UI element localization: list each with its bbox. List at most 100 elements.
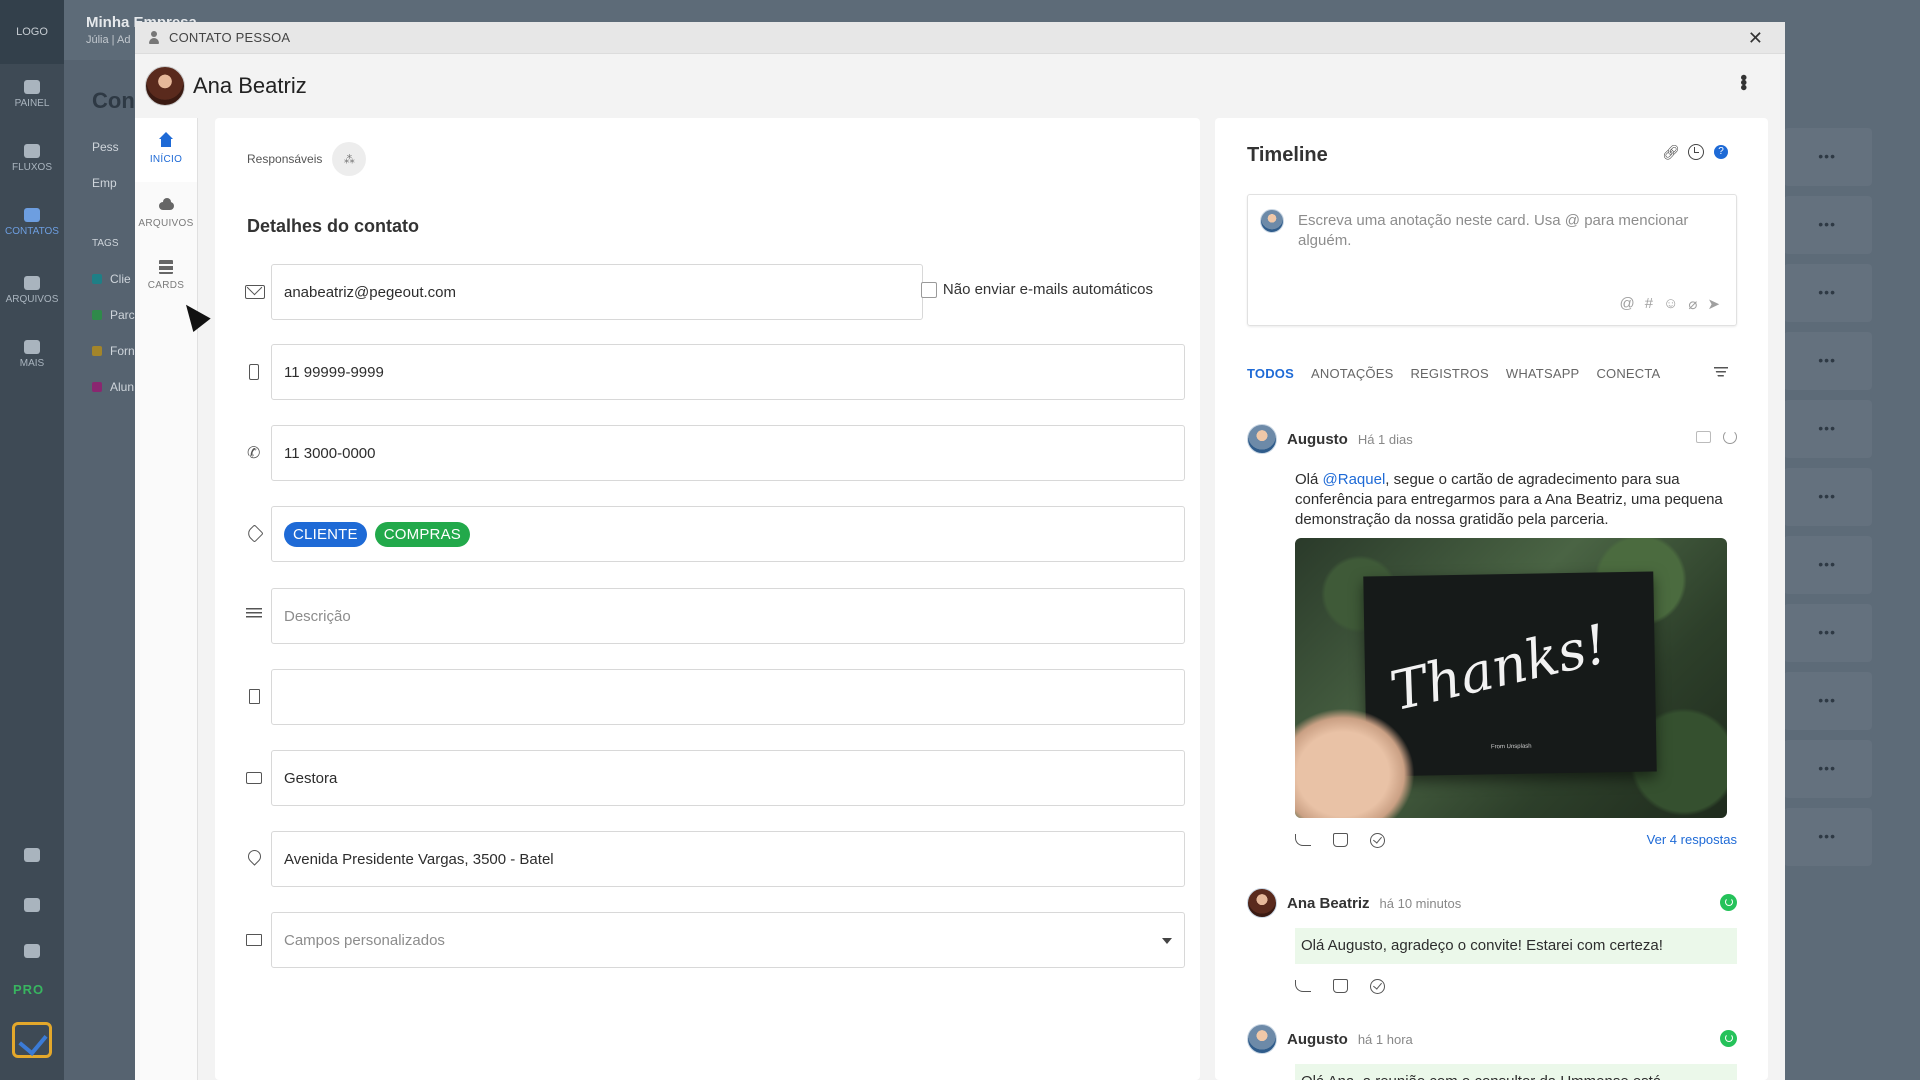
phone-field[interactable]: 11 3000-0000: [271, 425, 1185, 481]
reply-icon[interactable]: [1295, 980, 1311, 992]
rail-timer[interactable]: [0, 944, 64, 962]
reply-icon[interactable]: [1295, 834, 1311, 846]
tag-swatch: [92, 382, 102, 392]
see-replies-link[interactable]: Ver 4 respostas: [1647, 832, 1737, 847]
post-image[interactable]: Thanks! From Unsplash: [1295, 538, 1727, 818]
table-row[interactable]: •••: [1784, 536, 1872, 594]
search-icon: [24, 848, 40, 862]
table-row[interactable]: •••: [1784, 400, 1872, 458]
email-row: anabeatriz@pegeout.com Não enviar e-mail…: [245, 264, 1185, 320]
table-row[interactable]: •••: [1784, 332, 1872, 390]
hashtag-icon[interactable]: #: [1645, 295, 1653, 313]
rail-reports[interactable]: [0, 898, 64, 916]
modal-header: CONTATO PESSOA ✕: [135, 22, 1785, 54]
tab-todos[interactable]: TODOS: [1247, 366, 1294, 381]
table-row[interactable]: •••: [1784, 740, 1872, 798]
check-circle-icon[interactable]: [1370, 832, 1385, 848]
telephone-icon: ✆: [247, 445, 261, 462]
main-rail: LOGO PAINEL FLUXOS CONTATOS ARQUIVOS MAI…: [0, 0, 64, 1080]
tag-item[interactable]: Forn: [110, 344, 135, 358]
rail-search[interactable]: [0, 848, 64, 866]
tab-whatsapp[interactable]: WHATSAPP: [1506, 366, 1580, 381]
post-header: Augusto Há 1 dias: [1247, 424, 1737, 454]
table-row[interactable]: •••: [1784, 808, 1872, 866]
rail-item-painel[interactable]: PAINEL: [0, 80, 64, 109]
mention-link[interactable]: @Raquel: [1323, 471, 1386, 488]
filter-icon[interactable]: [1714, 367, 1728, 377]
table-row[interactable]: •••: [1784, 672, 1872, 730]
link-icon[interactable]: 🔗︎: [1662, 144, 1680, 160]
tab-conecta[interactable]: CONECTA: [1596, 366, 1660, 381]
post-text: Olá @Raquel, segue o cartão de agradecim…: [1295, 471, 1723, 528]
phone-row: ✆ 11 3000-0000: [245, 425, 1185, 481]
avatar[interactable]: [145, 66, 185, 106]
tag-item[interactable]: Clie: [110, 272, 131, 286]
mobile-field[interactable]: 11 99999-9999: [271, 344, 1185, 400]
emoji-icon[interactable]: ☺: [1663, 295, 1678, 313]
checkbox[interactable]: [920, 281, 937, 298]
clock-icon[interactable]: [1688, 144, 1704, 160]
tab-inicio[interactable]: INÍCIO: [135, 118, 197, 182]
close-icon[interactable]: ✕: [1748, 28, 1763, 49]
contact-modal: CONTATO PESSOA ✕ Ana Beatriz ••• INÍCIO …: [135, 22, 1785, 1080]
thumbs-up-icon[interactable]: [1333, 979, 1348, 993]
help-icon[interactable]: ?: [1714, 145, 1728, 159]
app-logo: LOGO: [0, 0, 64, 64]
email-field[interactable]: anabeatriz@pegeout.com: [271, 264, 923, 320]
comment-icon[interactable]: [1696, 431, 1711, 443]
no-auto-email-checkbox[interactable]: Não enviar e-mails automáticos: [920, 281, 1153, 298]
tag-chip-compras[interactable]: COMPRAS: [374, 521, 470, 547]
post-author: Augusto: [1287, 430, 1348, 448]
description-field[interactable]: Descrição: [271, 588, 1185, 644]
rail-item-fluxos[interactable]: FLUXOS: [0, 144, 64, 173]
send-icon[interactable]: ➤: [1707, 295, 1720, 313]
address-field[interactable]: Avenida Presidente Vargas, 3500 - Batel: [271, 831, 1185, 887]
mobile-row: 11 99999-9999: [245, 344, 1185, 400]
rail-item-contatos[interactable]: CONTATOS: [0, 208, 64, 237]
chevron-down-icon: [1162, 938, 1172, 944]
table-row[interactable]: •••: [1784, 128, 1872, 186]
tags-field[interactable]: CLIENTE COMPRAS: [271, 506, 1185, 562]
contact-header: Ana Beatriz •••: [135, 54, 1785, 118]
table-row[interactable]: •••: [1784, 604, 1872, 662]
avatar: [1247, 888, 1277, 918]
timeline-toolbar: 🔗︎ ?: [1662, 144, 1728, 160]
table-row[interactable]: •••: [1784, 196, 1872, 254]
tab-label: CARDS: [147, 280, 185, 291]
tag-swatch: [92, 274, 102, 284]
tag-item[interactable]: Alun: [110, 380, 134, 394]
whatsapp-icon: [1720, 1030, 1737, 1047]
tab-registros[interactable]: REGISTROS: [1410, 366, 1488, 381]
composer-input[interactable]: Escreva uma anotação neste card. Usa @ p…: [1298, 211, 1724, 251]
more-options-icon[interactable]: •••: [1732, 74, 1754, 89]
mention-icon[interactable]: @: [1619, 295, 1634, 313]
custom-fields-dropdown[interactable]: Campos personalizados: [271, 912, 1185, 968]
post-time: Há 1 dias: [1357, 431, 1413, 447]
table-row[interactable]: •••: [1784, 264, 1872, 322]
location-pin-icon: [245, 847, 264, 866]
tab-arquivos[interactable]: ARQUIVOS: [135, 182, 197, 246]
check-circle-icon[interactable]: [1370, 978, 1385, 994]
grid-icon: [24, 144, 40, 158]
mail-icon: [245, 285, 265, 299]
attachment-icon[interactable]: ⌀: [1688, 295, 1697, 313]
rail-item-mais[interactable]: MAIS: [0, 340, 64, 369]
tag-chip-cliente[interactable]: CLIENTE: [284, 521, 367, 547]
submenu-item-pessoas[interactable]: Pess: [92, 140, 119, 154]
note-composer[interactable]: Escreva uma anotação neste card. Usa @ p…: [1247, 194, 1737, 326]
submenu-item-empresas[interactable]: Emp: [92, 176, 117, 190]
modal-sidebar: INÍCIO ARQUIVOS CARDS: [135, 118, 198, 1080]
thumbs-up-icon[interactable]: [1333, 833, 1348, 847]
add-responsible-button[interactable]: ⁂: [332, 142, 367, 176]
tab-cards[interactable]: CARDS: [135, 246, 197, 310]
role-field[interactable]: Gestora: [271, 750, 1185, 806]
company-field[interactable]: [271, 669, 1185, 725]
brand-check-icon: [12, 1022, 52, 1058]
timeline-title: Timeline: [1247, 144, 1328, 166]
tab-anotacoes[interactable]: ANOTAÇÕES: [1311, 366, 1393, 381]
post-time: há 1 hora: [1357, 1031, 1413, 1047]
rail-item-arquivos[interactable]: ARQUIVOS: [0, 276, 64, 305]
contact-icon: [24, 208, 40, 222]
tag-item[interactable]: Parc: [110, 308, 135, 322]
table-row[interactable]: •••: [1784, 468, 1872, 526]
